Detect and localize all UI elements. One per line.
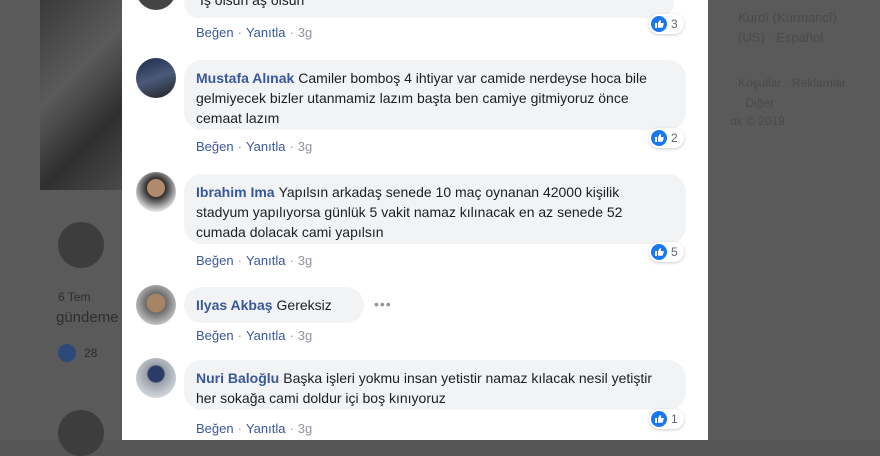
comment-time[interactable]: 3g <box>298 421 312 436</box>
thumbs-up-icon <box>651 130 667 146</box>
like-link[interactable]: Beğen <box>196 139 234 154</box>
background-avatar <box>58 222 104 268</box>
separator: · <box>289 253 294 268</box>
reaction-number: 2 <box>671 131 678 145</box>
avatar[interactable] <box>136 0 176 10</box>
avatar[interactable] <box>136 285 176 325</box>
avatar[interactable] <box>136 58 176 98</box>
like-link[interactable]: Beğen <box>196 328 234 343</box>
background-photo <box>40 0 122 190</box>
footer-links[interactable]: Koşullar · Reklamlar <box>738 76 846 90</box>
reaction-count[interactable]: 1 <box>649 409 684 429</box>
comment-actions: Beğen · Yanıtla · 3g <box>196 421 312 436</box>
separator: · <box>289 421 294 436</box>
comment-author[interactable]: Nuri Baloğlu <box>196 370 279 386</box>
like-link[interactable]: Beğen <box>196 253 234 268</box>
thumbs-up-icon <box>651 244 667 260</box>
like-link[interactable]: Beğen <box>196 421 234 436</box>
thumbs-up-icon <box>651 16 667 32</box>
comment-bubble: Mustafa Alınak Camiler bomboş 4 ihtiyar v… <box>184 60 686 130</box>
reply-link[interactable]: Yanıtla <box>246 25 286 40</box>
comment-time[interactable]: 3g <box>298 328 312 343</box>
reply-link[interactable]: Yanıtla <box>246 253 286 268</box>
comment-time[interactable]: 3g <box>298 253 312 268</box>
comment-actions: Beğen · Yanıtla · 3g <box>196 253 312 268</box>
comment-actions: Beğen · Yanıtla · 3g <box>196 139 312 154</box>
separator: · <box>237 421 242 436</box>
reaction-count[interactable]: 3 <box>649 14 684 34</box>
comment-bubble: Nuri Baloğlu Başka işleri yokmu insan yet… <box>184 360 686 410</box>
separator: · <box>237 253 242 268</box>
reaction-count[interactable]: 2 <box>649 128 684 148</box>
comment-author[interactable]: Ilyas Akbaş <box>196 297 273 313</box>
reply-link[interactable]: Yanıtla <box>246 328 286 343</box>
background-like-icon <box>58 344 76 362</box>
language-link-kurdi[interactable]: Kurdî (Kurmancî) <box>738 10 837 25</box>
footer-links-more[interactable]: · Diğer · <box>738 96 781 110</box>
language-link-english[interactable]: (US) · Español <box>738 30 823 45</box>
comment-text: Gereksiz <box>276 297 332 313</box>
avatar[interactable] <box>136 358 176 398</box>
comment-author[interactable]: Mustafa Alınak <box>196 70 294 86</box>
like-link[interactable]: Beğen <box>196 25 234 40</box>
avatar[interactable] <box>136 172 176 212</box>
comment-bubble: Ilyas Akbaş Gereksiz <box>184 287 364 323</box>
separator: · <box>289 25 294 40</box>
reaction-number: 1 <box>671 412 678 426</box>
separator: · <box>289 139 294 154</box>
reaction-count[interactable]: 5 <box>649 242 684 262</box>
separator: · <box>237 328 242 343</box>
reply-link[interactable]: Yanıtla <box>246 139 286 154</box>
comment-author[interactable]: Ibrahim Ima <box>196 184 275 200</box>
comment-time[interactable]: 3g <box>298 25 312 40</box>
reply-link[interactable]: Yanıtla <box>246 421 286 436</box>
reaction-number: 5 <box>671 245 678 259</box>
comments-panel: İş olsun aş olsun 3 Beğen · Yanıtla · 3g Mus… <box>122 0 708 440</box>
separator: · <box>237 139 242 154</box>
separator: · <box>237 25 242 40</box>
comment-text: İş olsun aş olsun <box>200 0 305 8</box>
separator: · <box>289 328 294 343</box>
background-post-date: 6 Tem <box>58 290 91 304</box>
background-post-text: gündeme <box>56 309 119 326</box>
comment-bubble: İş olsun aş olsun <box>184 0 674 18</box>
comment-actions: Beğen · Yanıtla · 3g <box>196 25 312 40</box>
background-avatar-2 <box>58 410 104 456</box>
thumbs-up-icon <box>651 411 667 427</box>
more-options-icon[interactable]: ••• <box>374 296 392 312</box>
comment-bubble: Ibrahim Ima Yapılsın arkadaş senede 10 ma… <box>184 174 686 244</box>
footer-copyright: ok © 2019 <box>730 114 785 128</box>
comment-time[interactable]: 3g <box>298 139 312 154</box>
reaction-number: 3 <box>671 17 678 31</box>
comment-actions: Beğen · Yanıtla · 3g <box>196 328 312 343</box>
background-like-count: 28 <box>84 346 98 360</box>
